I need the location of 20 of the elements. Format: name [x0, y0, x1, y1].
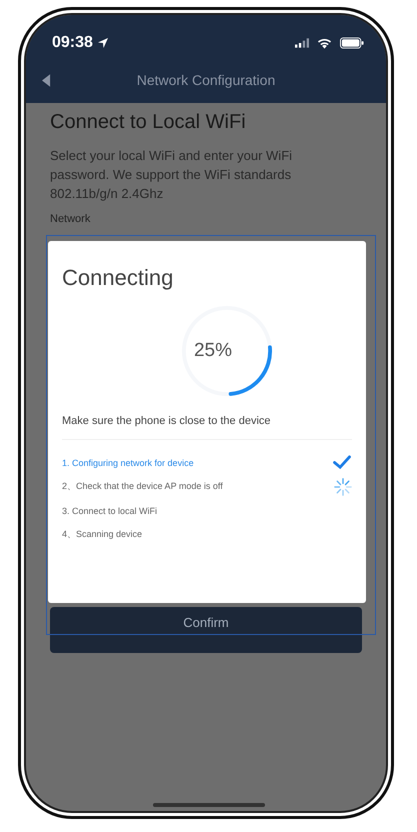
loading-spinner-icon: [334, 478, 352, 496]
step-label: 2、Check that the device AP mode is off: [62, 480, 223, 493]
page-description: Select your local WiFi and enter your WiFi password. We support the WiFi standards 802.11b/g/n 2.4Ghz: [50, 147, 294, 203]
nav-title: Network Configuration: [136, 72, 276, 88]
step-label: 1. Configuring network for device: [62, 458, 194, 468]
status-time: 09:38: [52, 34, 93, 52]
check-icon: [332, 455, 352, 470]
hint-text: Make sure the phone is close to the device: [62, 415, 272, 427]
dialog-title: Connecting: [62, 265, 174, 291]
signal-icon: [295, 38, 309, 48]
location-arrow-icon: [96, 37, 109, 49]
step-label: 3. Connect to local WiFi: [62, 506, 158, 516]
step-label: 4、Scanning device: [62, 528, 142, 541]
progress-reading: 25%: [194, 340, 232, 362]
back-icon[interactable]: [42, 74, 51, 86]
field-label: Network: [50, 213, 90, 225]
battery-icon: [340, 37, 364, 49]
wifi-icon: [317, 37, 332, 49]
confirm-button[interactable]: Confirm: [50, 607, 362, 653]
page-title: Connect to Local WiFi: [50, 111, 247, 134]
